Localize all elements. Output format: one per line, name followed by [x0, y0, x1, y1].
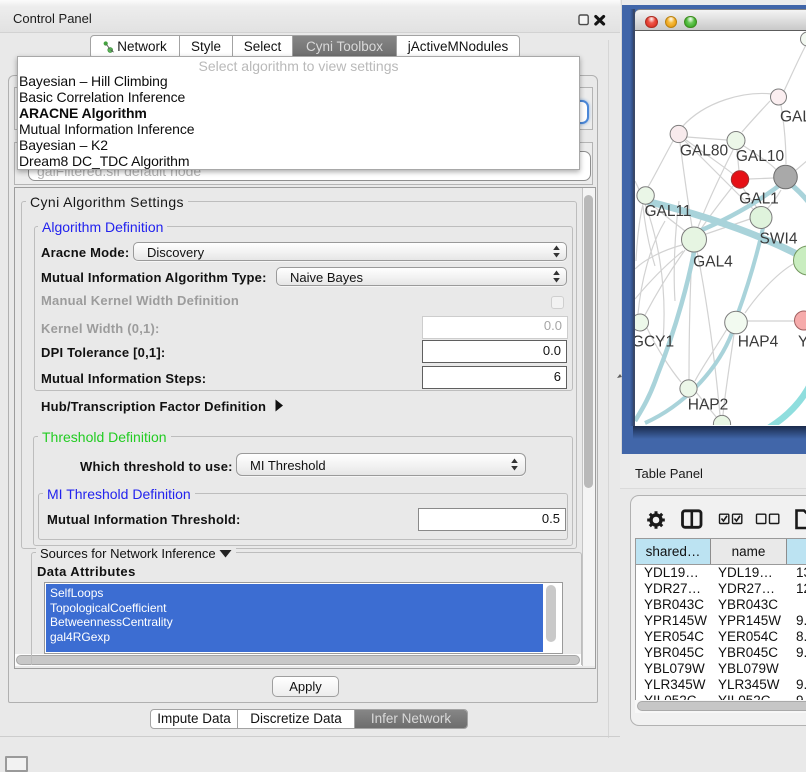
svg-text:GAL80: GAL80: [680, 143, 729, 160]
svg-text:GAL1: GAL1: [739, 191, 779, 208]
svg-text:SWI4: SWI4: [760, 231, 798, 248]
svg-text:GAL4: GAL4: [693, 254, 733, 271]
svg-text:HAP2: HAP2: [688, 397, 729, 414]
svg-text:GAL2: GAL2: [780, 109, 806, 126]
svg-text:GCY1: GCY1: [635, 334, 674, 351]
svg-text:GAL11: GAL11: [644, 203, 691, 220]
svg-text:HAP4: HAP4: [738, 334, 779, 351]
svg-text:YJR: YJR: [798, 334, 806, 351]
svg-text:GAL10: GAL10: [736, 148, 785, 165]
